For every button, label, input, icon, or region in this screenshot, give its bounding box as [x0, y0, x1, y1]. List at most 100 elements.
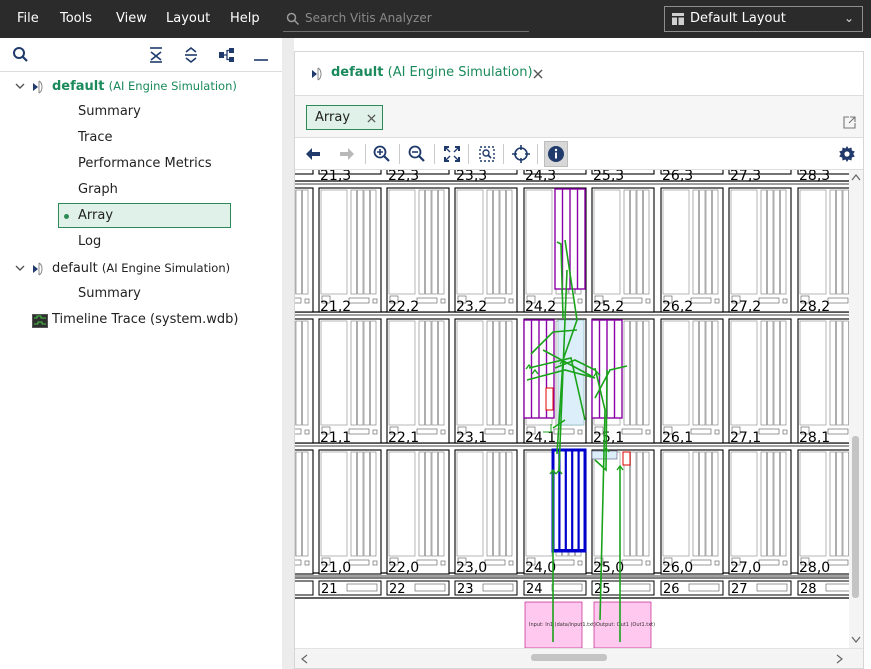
zoom-area-icon[interactable]	[477, 144, 497, 164]
runs-tree-panel: default (AI Engine Simulation) Summary T…	[0, 38, 283, 669]
zoom-out-icon[interactable]	[407, 144, 427, 164]
tile-box	[660, 449, 724, 575]
port	[440, 429, 446, 435]
chevron-right-icon[interactable]	[836, 654, 844, 664]
settings-icon[interactable]	[837, 144, 857, 164]
chevron-down-icon[interactable]	[14, 80, 26, 92]
tile-coordinate-label: 26,1	[662, 430, 693, 446]
array-toolbar	[295, 138, 863, 170]
menu-file[interactable]: File	[17, 11, 39, 26]
hierarchy-icon[interactable]	[218, 46, 236, 64]
tile-box	[728, 318, 792, 444]
port	[508, 298, 514, 304]
toolbar-separator	[537, 144, 538, 164]
port	[484, 559, 506, 566]
popout-icon[interactable]	[843, 116, 856, 129]
tree-item-summary-2[interactable]: Summary	[78, 282, 141, 306]
search-icon[interactable]	[12, 46, 30, 64]
simulation-run-icon	[33, 80, 43, 94]
menu-layout[interactable]: Layout	[166, 11, 210, 26]
port	[372, 560, 378, 566]
close-icon[interactable]	[367, 114, 376, 123]
editor-tab-title[interactable]: default (AI Engine Simulation)	[331, 65, 533, 80]
port	[553, 428, 575, 435]
aie-tile	[295, 170, 314, 175]
array-canvas[interactable]: 21,3 22,3 23,3 24,3 25,3 26,3 27,3 28,3 21,2 22,2…	[295, 170, 849, 648]
port	[553, 297, 575, 304]
tile-coordinate-label: 22,2	[388, 299, 419, 315]
shim-label: 28	[800, 582, 817, 597]
tab-array-label: Array	[315, 110, 351, 125]
zoom-fit-icon[interactable]	[442, 144, 462, 164]
tile-box	[295, 449, 314, 575]
tile-box	[318, 318, 382, 444]
view-tab-bar: Array	[295, 96, 863, 138]
plio-output-label: Output: Out1 (Out1.txt)	[596, 622, 655, 628]
back-icon[interactable]	[303, 144, 323, 164]
run-default-1[interactable]: default (AI Engine Simulation)	[52, 74, 237, 98]
port	[758, 297, 780, 304]
port	[645, 560, 651, 566]
port	[621, 297, 643, 304]
layout-selector[interactable]: Default Layout ⌄	[664, 6, 863, 32]
tree-item-performance-metrics[interactable]: Performance Metrics	[78, 152, 212, 176]
expand-all-icon[interactable]	[182, 46, 200, 64]
tree-item-log[interactable]: Log	[78, 230, 101, 254]
port	[758, 428, 780, 435]
simulation-run-icon	[312, 67, 322, 81]
port	[348, 428, 370, 435]
horizontal-scroll-thumb[interactable]	[531, 654, 607, 661]
editor-panel: default (AI Engine Simulation) Array 21,…	[294, 51, 864, 669]
menu-tools[interactable]: Tools	[60, 11, 92, 26]
tile-coordinate-label: 28,3	[799, 170, 830, 184]
zoom-in-icon[interactable]	[372, 144, 392, 164]
aie-tile	[728, 187, 792, 313]
tile-coordinate-label: 21,3	[320, 170, 351, 184]
tile-box	[386, 318, 450, 444]
run-type: (AI Engine Simulation)	[101, 261, 231, 275]
tile-coordinate-label: 24,0	[525, 560, 556, 576]
crosshair-icon[interactable]	[511, 144, 531, 164]
tab-array[interactable]: Array	[306, 105, 383, 130]
vertical-scroll-thumb[interactable]	[852, 436, 859, 598]
tile-coordinate-label: 21,0	[320, 560, 351, 576]
menu-help[interactable]: Help	[230, 11, 260, 26]
vertical-scrollbar[interactable]	[849, 170, 863, 648]
chevron-left-icon[interactable]	[300, 654, 308, 664]
horizontal-scrollbar[interactable]	[295, 648, 863, 668]
collapse-all-icon[interactable]	[147, 46, 165, 64]
search-box[interactable]: Search Vitis Analyzer	[283, 7, 529, 32]
chevron-down-icon[interactable]	[14, 262, 26, 274]
tile-coordinate-label: 23,1	[456, 430, 487, 446]
port	[577, 298, 583, 304]
toolbar-separator	[399, 144, 400, 164]
aie-tile	[454, 449, 518, 575]
tree-item-timeline-trace[interactable]: Timeline Trace (system.wdb)	[52, 308, 238, 332]
minimize-icon[interactable]	[252, 46, 270, 64]
tile-coordinate-label: 21,2	[320, 299, 351, 315]
port	[484, 297, 506, 304]
port	[508, 429, 514, 435]
close-icon[interactable]	[533, 69, 543, 79]
aie-tile	[295, 449, 314, 575]
aie-array-view[interactable]: 21,3 22,3 23,3 24,3 25,3 26,3 27,3 28,3 21,2 22,2…	[295, 170, 849, 648]
shim-label: 26	[663, 582, 680, 597]
run-default-2[interactable]: default (AI Engine Simulation)	[52, 256, 230, 280]
panel-divider[interactable]	[282, 38, 294, 669]
port	[295, 297, 302, 304]
forward-icon[interactable]	[337, 144, 357, 164]
port	[827, 428, 849, 435]
tree-item-summary[interactable]: Summary	[78, 100, 141, 124]
tree-item-array[interactable]: Array	[78, 204, 113, 228]
shim-label: 23	[457, 582, 474, 597]
tile-coordinate-label: 28,0	[799, 560, 830, 576]
chevron-up-icon[interactable]	[851, 173, 861, 181]
tile-box	[660, 318, 724, 444]
tree-item-graph[interactable]: Graph	[78, 178, 118, 202]
tree-item-trace[interactable]: Trace	[78, 126, 113, 150]
info-toggle-active[interactable]	[544, 141, 568, 167]
chevron-down-icon[interactable]	[851, 636, 861, 644]
port	[577, 560, 583, 566]
menu-view[interactable]: View	[116, 11, 147, 26]
port	[645, 429, 651, 435]
